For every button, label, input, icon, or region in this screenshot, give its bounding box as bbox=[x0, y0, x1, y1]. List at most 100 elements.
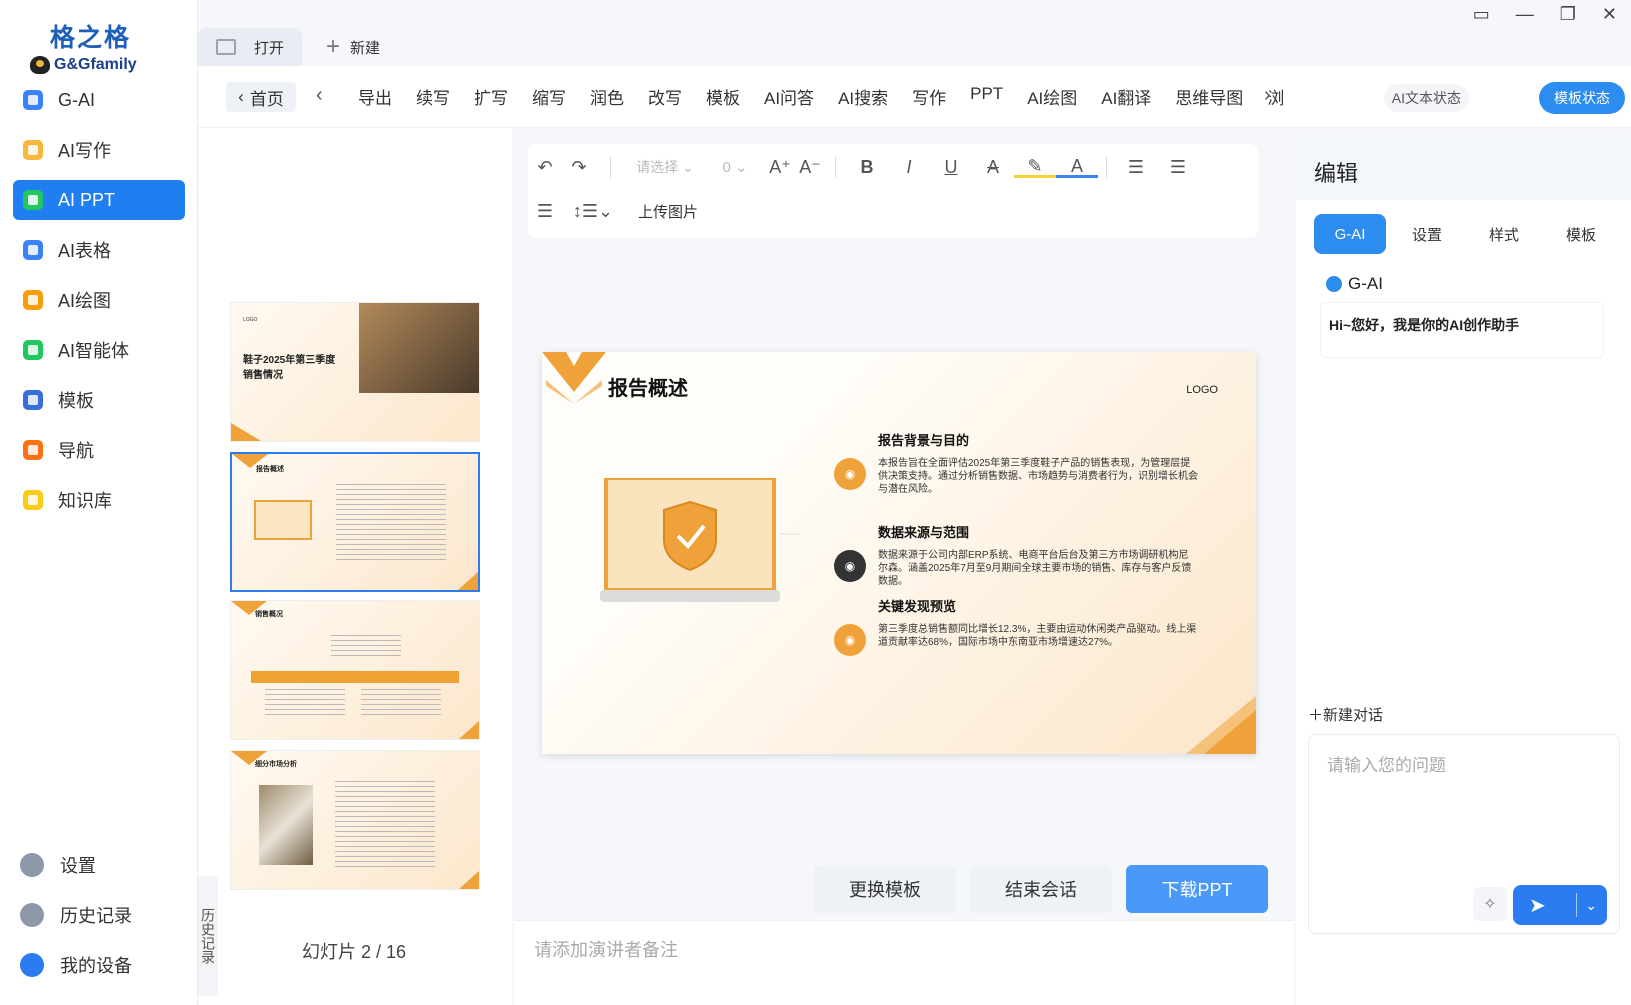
italic-icon[interactable]: I bbox=[888, 157, 930, 178]
sidebar-item-1[interactable]: AI写作 bbox=[13, 130, 185, 170]
tab-new[interactable]: + 新建 bbox=[308, 28, 398, 66]
slide-title: 报告概述 bbox=[608, 378, 688, 400]
line-height-icon[interactable]: ↕☰⌄ bbox=[566, 201, 620, 222]
panel-tab-1[interactable]: 设置 bbox=[1391, 214, 1463, 254]
toolbar-item-13[interactable]: 思维导图 bbox=[1175, 84, 1243, 109]
sidebar-bottom-0[interactable]: 设置 bbox=[20, 845, 180, 885]
sidebar-item-8[interactable]: 知识库 bbox=[13, 480, 185, 520]
ai-text-status-button[interactable]: AI文本状态 bbox=[1383, 84, 1469, 112]
highlight-icon[interactable]: ✎ bbox=[1014, 156, 1056, 178]
device-icon bbox=[20, 953, 44, 977]
tab-open[interactable]: 打开 bbox=[198, 28, 302, 66]
toolbar-items: 导出 续写 扩写 缩写 润色 改写 模板 AI问答 AI搜索 写作 PPT AI绘图 AI翻译 思维导图浏 bbox=[358, 84, 1408, 109]
input-placeholder: 请输入您的问题 bbox=[1327, 756, 1446, 775]
sidebar-item-5[interactable]: AI智能体 bbox=[13, 330, 185, 370]
g-ai-icon bbox=[23, 90, 43, 110]
toolbar-item-0[interactable]: 导出 bbox=[358, 84, 392, 109]
panel-tab-0[interactable]: G-AI bbox=[1314, 214, 1386, 254]
scroll-right-icon[interactable]: › bbox=[1264, 84, 1271, 107]
font-decrease-icon[interactable]: A⁻ bbox=[795, 157, 825, 178]
toolbar-item-2[interactable]: 扩写 bbox=[474, 84, 508, 109]
agent-label: G-AI bbox=[1326, 274, 1383, 294]
font-size-select[interactable]: 0 ⌄ bbox=[705, 158, 765, 176]
toolbar-item-11[interactable]: AI绘图 bbox=[1027, 84, 1077, 109]
sidebar-item-4[interactable]: AI绘图 bbox=[13, 280, 185, 320]
font-select[interactable]: 请选择 ⌄ bbox=[625, 157, 705, 177]
speaker-notes[interactable]: 请添加演讲者备注 bbox=[514, 920, 1294, 1005]
toolbar-item-9[interactable]: 写作 bbox=[912, 84, 946, 109]
new-chat-button[interactable]: ＋新建对话 bbox=[1308, 704, 1383, 725]
end-session-button[interactable]: 结束会话 bbox=[970, 865, 1112, 913]
sidebar-bottom-2[interactable]: 我的设备 bbox=[20, 945, 180, 985]
undo-icon[interactable]: ↶ bbox=[528, 157, 562, 178]
sidebar-bottom-1[interactable]: 历史记录 bbox=[20, 895, 180, 935]
close-icon[interactable]: ✕ bbox=[1602, 4, 1617, 25]
home-button[interactable]: ‹ 首页 bbox=[226, 82, 296, 112]
panel-tab-2[interactable]: 样式 bbox=[1468, 214, 1540, 254]
history-side-tab[interactable]: 历史记录 bbox=[198, 876, 218, 996]
maximize-icon[interactable]: ❐ bbox=[1560, 4, 1576, 25]
magic-wand-icon[interactable]: ✧ bbox=[1473, 887, 1507, 921]
font-color-icon[interactable]: A bbox=[1056, 156, 1098, 178]
scroll-left-icon[interactable]: ‹ bbox=[316, 84, 323, 107]
slide-thumb-2[interactable]: 报告概述 bbox=[230, 452, 480, 592]
change-template-button[interactable]: 更换模板 bbox=[814, 865, 956, 913]
sidebar-item-6[interactable]: 模板 bbox=[13, 380, 185, 420]
redo-icon[interactable]: ↷ bbox=[562, 157, 596, 178]
bulb-icon bbox=[23, 490, 43, 510]
toolbar-item-1[interactable]: 续写 bbox=[416, 84, 450, 109]
point-icon: ◉ bbox=[834, 458, 866, 490]
slide-thumb-4[interactable]: 细分市场分析 bbox=[230, 750, 480, 890]
sidebar: 格之格 G&Gfamily G-AI AI写作 AI PPT AI表格 AI绘图 AI智能… bbox=[0, 0, 198, 1005]
panel-tabs: G-AI 设置 样式 模板 bbox=[1314, 214, 1622, 254]
slide-point-2: ◉ 关键发现预览 第三季度总销售额同比增长12.3%，主要由运动休闲类产品驱动。线上… bbox=[834, 596, 1198, 656]
toolbar-item-3[interactable]: 缩写 bbox=[532, 84, 566, 109]
corner-decoration bbox=[1186, 696, 1256, 754]
thumb-title: 报告概述 bbox=[256, 466, 284, 473]
chevron-down-icon[interactable]: ⌄ bbox=[1576, 893, 1597, 917]
template-status-button[interactable]: 模板状态 bbox=[1539, 82, 1625, 114]
font-increase-icon[interactable]: A⁺ bbox=[765, 157, 795, 178]
sidebar-item-2[interactable]: AI PPT bbox=[13, 180, 185, 220]
thumb-logo: LOGO bbox=[243, 317, 258, 323]
question-input[interactable]: 请输入您的问题 ✧ ➤ ⌄ bbox=[1308, 734, 1620, 934]
app-window: 格之格 G&Gfamily G-AI AI写作 AI PPT AI表格 AI绘图 AI智能… bbox=[0, 0, 1631, 1005]
toolbar-item-6[interactable]: 模板 bbox=[706, 84, 740, 109]
logo-english: G&Gfamily bbox=[54, 56, 137, 73]
download-ppt-button[interactable]: 下载PPT bbox=[1126, 865, 1268, 913]
toolbar-item-10[interactable]: PPT bbox=[970, 84, 1003, 109]
toolbar-item-8[interactable]: AI搜索 bbox=[838, 84, 888, 109]
writing-icon bbox=[23, 140, 43, 160]
point-heading: 报告背景与目的 bbox=[878, 433, 970, 448]
feedback-icon[interactable]: ▭ bbox=[1473, 4, 1490, 25]
gear-icon bbox=[20, 853, 44, 877]
panel-tab-3[interactable]: 模板 bbox=[1545, 214, 1617, 254]
toolbar-item-7[interactable]: AI问答 bbox=[764, 84, 814, 109]
sidebar-item-3[interactable]: AI表格 bbox=[13, 230, 185, 270]
toolbar-item-12[interactable]: AI翻译 bbox=[1101, 84, 1151, 109]
toolbar-item-5[interactable]: 改写 bbox=[648, 84, 682, 109]
thumb-title: 细分市场分析 bbox=[255, 761, 297, 768]
strikethrough-icon[interactable]: A bbox=[972, 157, 1014, 178]
sidebar-item-7[interactable]: 导航 bbox=[13, 430, 185, 470]
plus-icon: + bbox=[326, 33, 341, 60]
toolbar-item-4[interactable]: 润色 bbox=[590, 84, 624, 109]
slide-thumb-1[interactable]: 鞋子2025年第三季度销售情况 LOGO bbox=[230, 302, 480, 442]
slide-thumb-3[interactable]: 销售概况 bbox=[230, 600, 480, 740]
point-icon: ◉ bbox=[834, 550, 866, 582]
underline-icon[interactable]: U bbox=[930, 157, 972, 178]
minimize-icon[interactable]: — bbox=[1516, 4, 1534, 25]
upload-image-button[interactable]: 上传图片 bbox=[638, 201, 698, 222]
bold-icon[interactable]: B bbox=[846, 157, 888, 178]
align-center-icon[interactable]: ☰ bbox=[1157, 157, 1199, 178]
laptop-shield-graphic bbox=[600, 478, 800, 602]
sidebar-item-0[interactable]: G-AI bbox=[13, 80, 185, 120]
format-toolbar: ↶ ↷ 请选择 ⌄ 0 ⌄ A⁺ A⁻ B I U A ✎ A ☰ ☰ ☰ ↕☰… bbox=[528, 144, 1258, 238]
sidebar-nav: G-AI AI写作 AI PPT AI表格 AI绘图 AI智能体模板导航知识库 bbox=[13, 80, 185, 530]
align-left-icon[interactable]: ☰ bbox=[1115, 157, 1157, 178]
send-button[interactable]: ➤ ⌄ bbox=[1513, 885, 1607, 925]
slide-canvas[interactable]: 报告概述 LOGO ◉ 报告背景与目的 本报告旨在全面评估2025年第三季度鞋子产品… bbox=[542, 352, 1256, 754]
point-text: 本报告旨在全面评估2025年第三季度鞋子产品的销售表现，为管理层提供决策支持。通… bbox=[878, 458, 1198, 495]
align-right-icon[interactable]: ☰ bbox=[528, 201, 562, 222]
panel-title: 编辑 bbox=[1296, 138, 1631, 200]
